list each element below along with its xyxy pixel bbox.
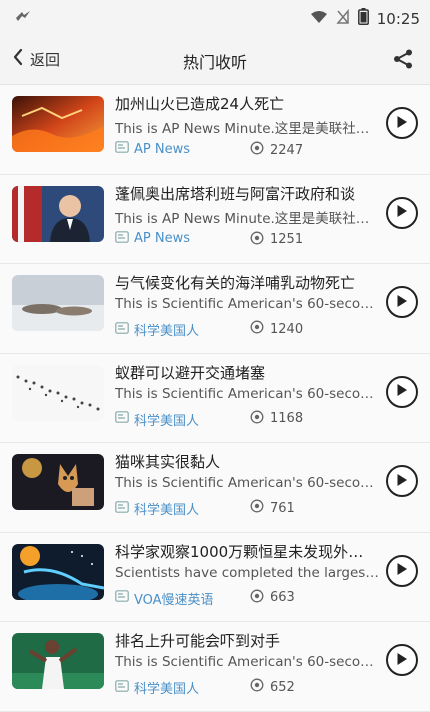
item-title: 排名上升可能会吓到对手 [115,632,281,650]
list-item[interactable]: 猫咪其实很黏人 This is Scientific American's 60… [0,443,430,533]
source-icon [115,321,129,338]
battery-icon [357,8,369,29]
page-title: 热门收听 [182,53,247,72]
play-icon [396,561,408,580]
list-item[interactable]: 与气候变化有关的海洋哺乳动物死亡 This is Scientific Amer… [0,264,430,354]
thumbnail-image [12,185,104,242]
play-icon [396,472,408,491]
source-icon [115,679,129,696]
thumbnail-image [12,96,104,152]
source-label: AP News [134,231,190,246]
play-button[interactable] [386,196,418,229]
source-label: 科学美国人 [134,503,200,518]
status-bar: 10:25 [0,0,430,36]
item-title: 蓬佩奥出席塔利班与阿富汗政府和谈 [115,184,356,203]
thumbnail-image [12,275,104,331]
source-icon [115,500,129,517]
play-button[interactable] [386,465,418,497]
listen-count: 2247 [270,142,304,158]
item-description: This is Scientific American's 60-second … [115,654,379,670]
listen-count: 663 [270,590,295,605]
play-icon [396,203,408,222]
list-item[interactable]: 排名上升可能会吓到对手 This is Scientific American'… [0,622,430,712]
item-description: This is Scientific American's 60-second … [115,296,379,312]
listen-count-icon [250,678,264,696]
list-item[interactable]: 蚁群可以避开交通堵塞 This is Scientific American's… [0,353,430,443]
listen-count: 1168 [270,411,304,426]
source-icon [115,141,129,157]
listen-count: 1240 [270,321,304,337]
play-button[interactable] [386,554,418,587]
item-title: 猫咪其实很黏人 [115,453,221,471]
wifi-icon [310,9,328,28]
play-button[interactable] [386,375,418,408]
listen-count-icon [250,141,264,159]
share-button[interactable] [392,48,414,74]
source-label: 科学美国人 [134,413,200,429]
item-title: 加州山火已造成24人死亡 [115,95,285,113]
item-title: 蚁群可以避开交通堵塞 [115,363,266,382]
item-description: This is AP News Minute.这里是美联社新闻 [115,121,379,137]
list-item[interactable]: 蓬佩奥出席塔利班与阿富汗政府和谈 This is AP News Minute.… [0,174,430,264]
listen-count-icon [250,410,264,428]
audio-list: 加州山火已造成24人死亡 This is AP News Minute.这里是美… [0,85,430,712]
source-icon [115,590,129,606]
source-label: 科学美国人 [134,324,200,339]
item-description: Scientists have completed the largest se… [115,564,379,581]
item-description: This is AP News Minute.这里是美联社新闻 [115,210,379,227]
play-icon [396,293,408,312]
play-icon [396,651,408,670]
source-label: VOA慢速英语 [134,592,214,608]
play-button[interactable] [386,286,418,318]
source-label: AP News [134,141,190,157]
play-button[interactable] [386,644,418,676]
no-signal-icon [336,8,350,29]
listen-count-icon [250,589,264,607]
notification-icon [14,9,32,29]
play-button[interactable] [386,107,418,139]
source-icon [115,411,129,427]
listen-count: 1251 [270,232,304,247]
source-icon [115,230,129,247]
listen-count: 652 [270,679,295,695]
item-title: 科学家观察1000万颗恒星未发现外星文明 [115,542,377,561]
list-item[interactable]: 加州山火已造成24人死亡 This is AP News Minute.这里是美… [0,85,430,175]
list-item[interactable]: 科学家观察1000万颗恒星未发现外星文明 Scientists have com… [0,532,430,622]
thumbnail-image [12,364,104,421]
listen-count-icon [250,499,264,517]
listen-count-icon [250,320,264,338]
listen-count-icon [250,231,264,249]
share-icon [392,49,414,74]
nav-bar: 返回 热门收听 [0,36,430,85]
listen-count: 761 [270,500,295,516]
play-icon [396,114,408,133]
source-label: 科学美国人 [134,682,200,697]
thumbnail-image [12,454,104,510]
play-icon [396,382,408,401]
thumbnail-image [12,633,104,689]
item-description: This is Scientific American's 60-second … [115,385,379,402]
item-title: 与气候变化有关的海洋哺乳动物死亡 [115,274,356,292]
thumbnail-image [12,543,104,600]
item-description: This is Scientific American's 60-second … [115,475,379,491]
status-time: 10:25 [376,9,420,28]
